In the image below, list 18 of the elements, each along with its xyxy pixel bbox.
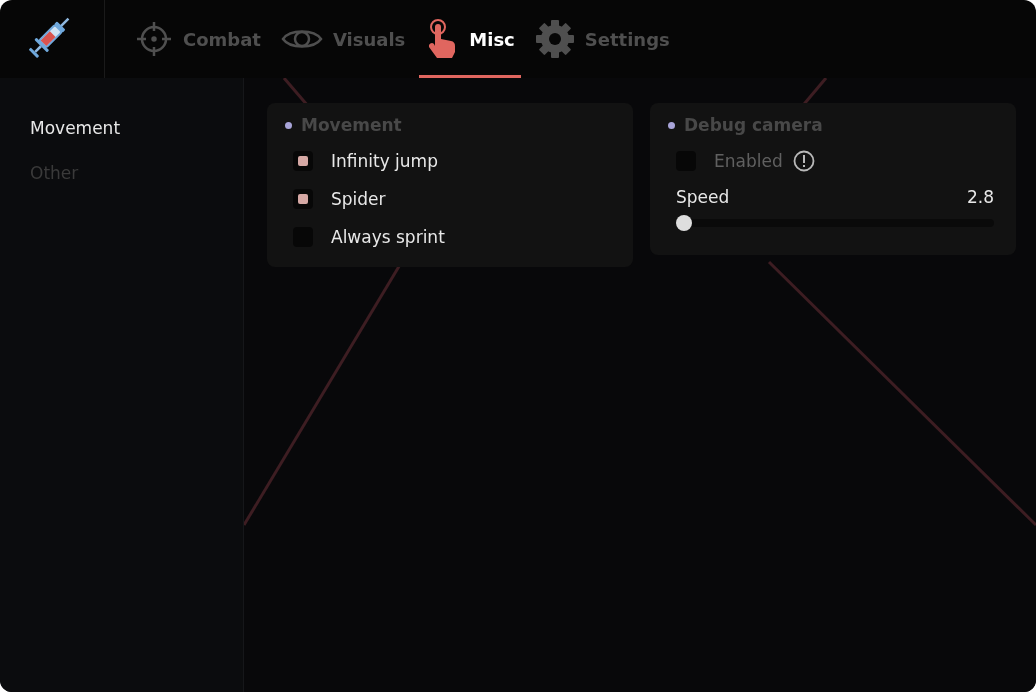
nav-tab[interactable]: Settings [528,0,676,78]
checkbox[interactable] [293,151,313,171]
speed-slider[interactable] [676,215,994,231]
bullet-icon [285,121,292,129]
sidebar-item[interactable]: Movement [0,108,151,148]
nav-tab[interactable]: Visuals [274,0,412,78]
slider-label: Speed [676,187,730,207]
checkbox-label: Infinity jump [331,151,438,171]
checkbox-label: Spider [331,189,386,209]
checkbox[interactable] [293,189,313,209]
checkbox-label: Always sprint [331,227,445,247]
gear-icon [534,19,575,59]
checkbox-label: Enabled [714,151,783,171]
crosshair-icon [135,20,173,58]
bullet-icon [668,121,675,129]
slider-value: 2.8 [966,187,994,207]
slider-thumb[interactable] [676,215,692,231]
nav-tab[interactable]: Combat [129,0,267,78]
